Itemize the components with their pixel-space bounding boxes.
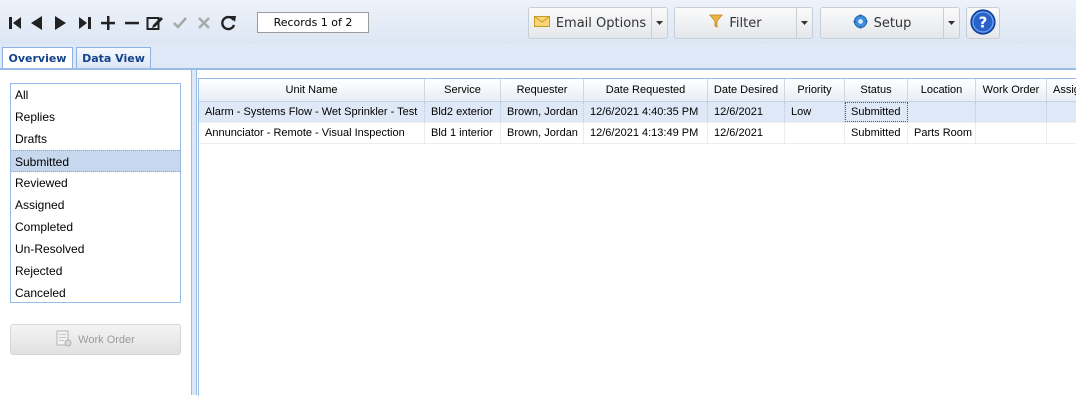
column-header-date-requested[interactable]: Date Requested [584,79,708,101]
left-panel: All Replies Drafts Submitted Reviewed As… [0,70,191,395]
status-filter-list: All Replies Drafts Submitted Reviewed As… [10,83,181,303]
status-filter-all[interactable]: All [11,84,180,106]
cell-assigned [1047,102,1076,122]
column-header-date-desired[interactable]: Date Desired [708,79,785,101]
last-record-icon[interactable] [76,13,94,33]
cell-work-order [976,102,1047,122]
status-filter-completed[interactable]: Completed [11,216,180,238]
gear-icon [853,13,868,33]
cell-unit-name: Alarm - Systems Flow - Wet Sprinkler - T… [199,102,425,122]
work-order-icon [56,329,72,350]
column-header-status[interactable]: Status [845,79,908,101]
filter-label: Filter [729,15,762,31]
work-order-label: Work Order [78,333,135,346]
filter-button[interactable]: Filter [674,7,813,39]
first-record-icon[interactable] [6,13,24,33]
email-options-label: Email Options [555,15,647,31]
cell-priority: Low [785,102,845,122]
status-filter-submitted[interactable]: Submitted [11,150,180,172]
tab-strip: Overview Data View [0,44,1076,71]
cell-assigned [1047,123,1076,143]
cell-service: Bld 1 interior [425,123,501,143]
column-header-priority[interactable]: Priority [785,79,845,101]
status-filter-un-resolved[interactable]: Un-Resolved [11,238,180,260]
cell-status: Submitted [845,123,908,143]
refresh-icon[interactable] [219,13,237,33]
status-filter-replies[interactable]: Replies [11,106,180,128]
column-header-assigned[interactable]: Assig [1047,79,1076,101]
column-header-unit-name[interactable]: Unit Name [199,79,425,101]
setup-label: Setup [873,15,912,31]
save-check-icon[interactable] [171,13,189,33]
column-header-service[interactable]: Service [425,79,501,101]
status-filter-rejected[interactable]: Rejected [11,260,180,282]
status-filter-canceled[interactable]: Canceled [11,282,180,304]
help-button[interactable]: ? [966,7,1000,39]
add-icon[interactable] [99,13,117,33]
cell-status[interactable]: Submitted [845,102,908,122]
requests-grid: Unit Name Service Requester Date Request… [198,78,1076,396]
cell-location [908,102,976,122]
cell-date-desired: 12/6/2021 [708,102,785,122]
cell-date-requested: 12/6/2021 4:40:35 PM [584,102,708,122]
status-filter-drafts[interactable]: Drafts [11,128,180,150]
tab-data-view[interactable]: Data View [76,47,151,70]
cell-location: Parts Room [908,123,976,143]
cell-work-order [976,123,1047,143]
funnel-icon [709,14,724,32]
toolbar: Records 1 of 2 Email Options Filter Setu… [0,0,1076,45]
chevron-down-icon[interactable] [796,8,812,38]
chevron-down-icon[interactable] [651,8,667,38]
cell-unit-name: Annunciator - Remote - Visual Inspection [199,123,425,143]
chevron-down-icon[interactable] [943,8,959,38]
status-filter-reviewed[interactable]: Reviewed [11,172,180,194]
cell-service: Bld2 exterior [425,102,501,122]
cell-requester: Brown, Jordan [501,123,584,143]
cell-priority [785,123,845,143]
cell-date-requested: 12/6/2021 4:13:49 PM [584,123,708,143]
column-header-location[interactable]: Location [908,79,976,101]
svg-text:?: ? [979,13,988,31]
cancel-x-icon[interactable] [195,13,213,33]
remove-icon[interactable] [123,13,141,33]
grid-header: Unit Name Service Requester Date Request… [199,79,1076,102]
table-row[interactable]: Alarm - Systems Flow - Wet Sprinkler - T… [199,102,1076,123]
cell-date-desired: 12/6/2021 [708,123,785,143]
work-order-button[interactable]: Work Order [10,324,181,355]
setup-button[interactable]: Setup [820,7,960,39]
panel-splitter[interactable] [191,70,197,395]
previous-record-icon[interactable] [27,13,45,33]
next-record-icon[interactable] [52,13,70,33]
records-counter: Records 1 of 2 [257,12,369,33]
table-row[interactable]: Annunciator - Remote - Visual Inspection… [199,123,1076,144]
status-filter-assigned[interactable]: Assigned [11,194,180,216]
column-header-work-order[interactable]: Work Order [976,79,1047,101]
edit-icon[interactable] [146,13,164,33]
envelope-icon [533,15,550,31]
column-header-requester[interactable]: Requester [501,79,584,101]
email-options-button[interactable]: Email Options [528,7,668,39]
help-icon: ? [970,8,996,38]
cell-requester: Brown, Jordan [501,102,584,122]
